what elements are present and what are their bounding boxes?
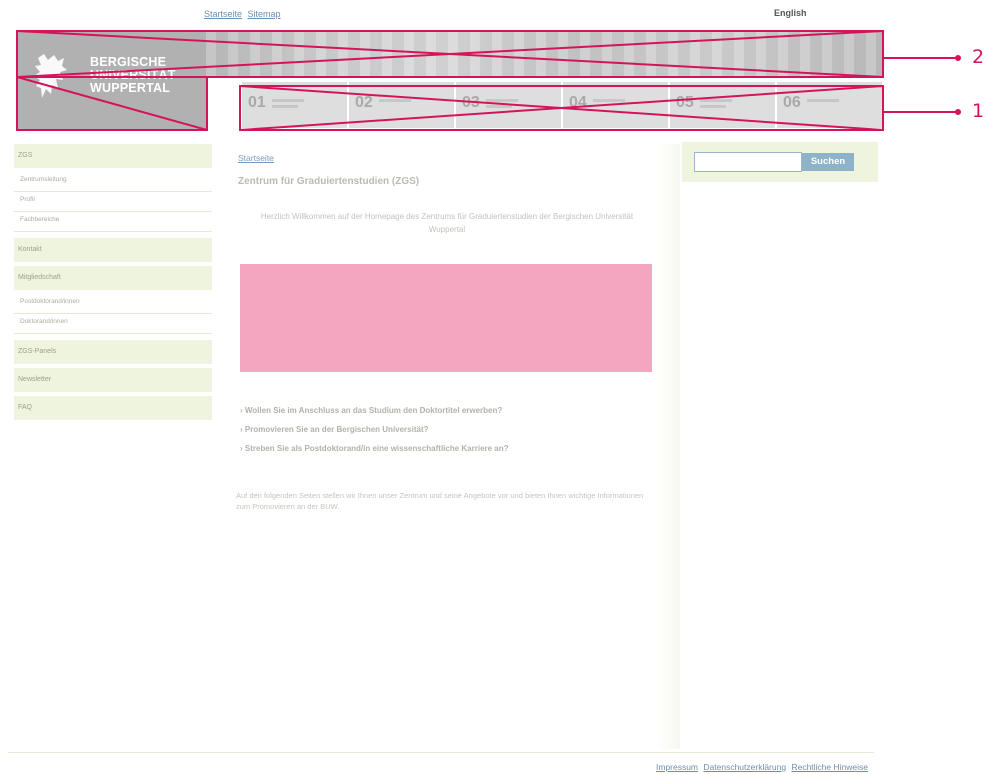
intro-paragraph: Auf den folgenden Seiten stellen wir Ihn… [236,491,644,511]
sidebar-subitem[interactable]: Postdoktorand/innen [14,294,212,314]
footer-link-impressum[interactable]: Impressum [656,762,698,772]
sidebar-subitem[interactable]: Zentrumsleitung [14,172,212,192]
list-item[interactable]: › Promovieren Sie an der Bergischen Univ… [240,425,509,444]
sidebar-item-newsletter[interactable]: Newsletter [14,368,212,392]
list-item[interactable]: › Wollen Sie im Anschluss an das Studium… [240,406,509,425]
question-list: › Wollen Sie im Anschluss an das Studium… [240,406,509,463]
page-title: Zentrum für Graduiertenstudien (ZGS) [238,176,420,187]
sidebar-subitem[interactable]: Doktorand/innen [14,314,212,334]
sidebar-item-faq[interactable]: FAQ [14,396,212,420]
sidebar-item-zgs[interactable]: ZGS [14,144,212,168]
annotation-box-2 [16,30,961,131]
sidebar-item-kontakt[interactable]: Kontakt [14,238,212,262]
sidebar-item-mitgliedschaft[interactable]: Mitgliedschaft [14,266,212,290]
search-button[interactable]: Suchen [802,153,854,171]
breadcrumb[interactable]: Startseite [238,153,274,163]
search-input[interactable] [694,152,802,172]
main-content: Startseite Zentrum für Graduiertenstudie… [212,144,680,749]
footer-links: Impressum Datenschutzerklärung Rechtlich… [653,762,868,772]
sidebar-subitem[interactable]: Fachbereiche [14,212,212,232]
annotation-label-2: 2 [972,46,985,68]
footer-link-privacy[interactable]: Datenschutzerklärung [703,762,786,772]
sidebar-subitem[interactable]: Profil [14,192,212,212]
search-panel: Suchen [682,142,878,182]
footer-link-legal[interactable]: Rechtliche Hinweise [791,762,868,772]
list-item[interactable]: › Streben Sie als Postdoktorand/in eine … [240,444,509,463]
annotation-label-1: 1 [972,100,985,122]
redacted-media-block [240,264,652,372]
footer-divider [8,752,874,753]
sidebar-item-zgs-panels[interactable]: ZGS-Panels [14,340,212,364]
sidebar-nav: ZGS Zentrumsleitung Profil Fachbereiche … [14,144,212,424]
welcome-text: Herzlich Willkommen auf der Homepage des… [260,212,634,234]
